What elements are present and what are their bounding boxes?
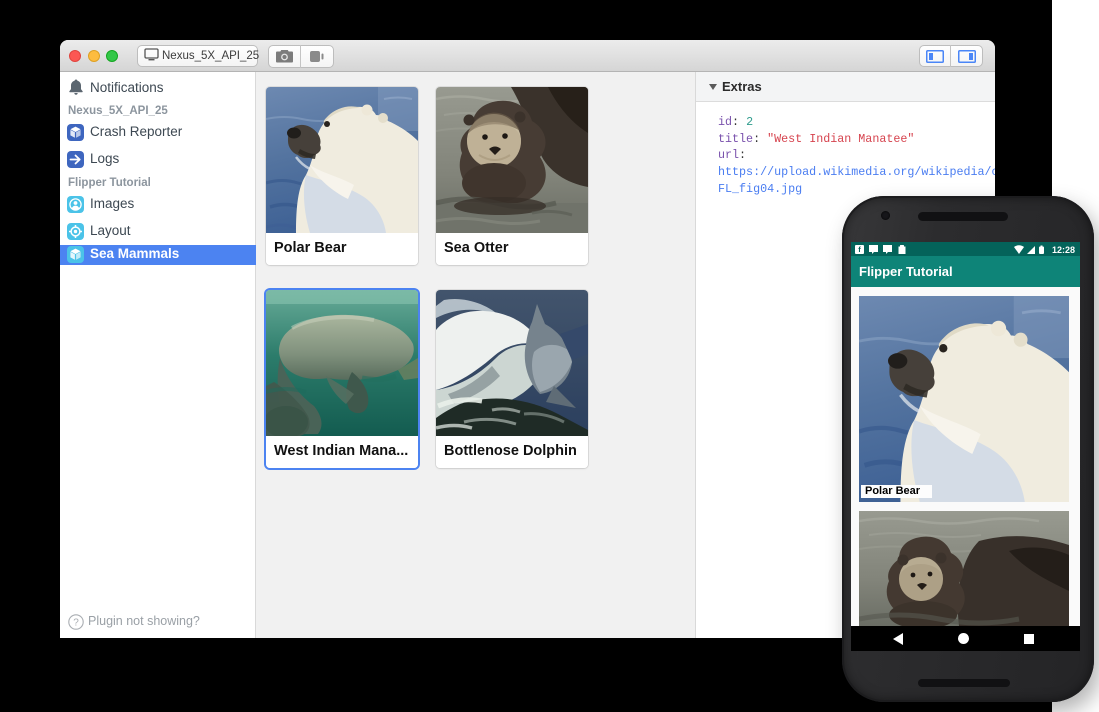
svg-text:?: ? [73, 618, 79, 629]
